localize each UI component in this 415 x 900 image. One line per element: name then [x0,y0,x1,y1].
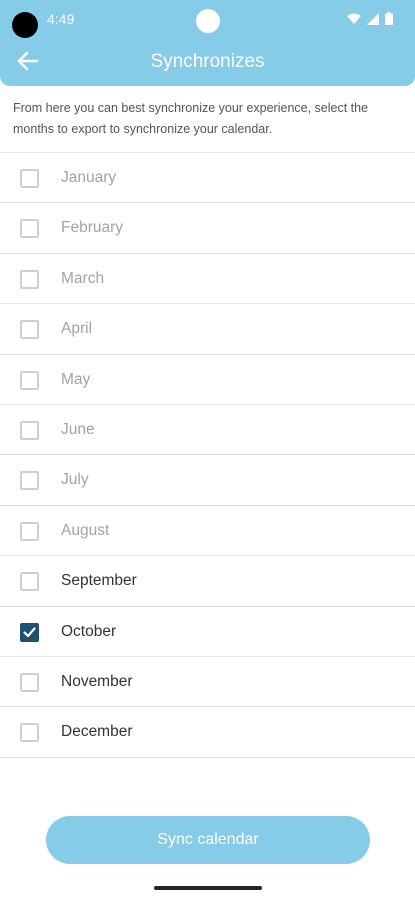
month-row-january[interactable]: January [0,153,415,204]
sync-calendar-label: Sync calendar [157,831,259,848]
month-label: June [61,420,95,438]
checkmark-icon [23,626,36,637]
month-row-february[interactable]: February [0,203,415,254]
status-bar: 4:49 [0,0,415,40]
month-checkbox[interactable] [20,420,39,440]
month-checkbox[interactable] [20,169,39,188]
month-checkbox[interactable] [20,320,39,340]
month-checkbox[interactable] [20,370,39,390]
month-label: August [61,521,110,539]
month-list: January February March April May June July Augu… [0,152,415,758]
month-label: January [61,169,117,186]
camera-cutout [12,12,38,38]
month-checkbox[interactable] [20,269,39,289]
month-row-april[interactable]: April [0,304,415,355]
month-row-november[interactable]: November [0,657,415,708]
month-row-may[interactable]: May [0,355,415,405]
month-label: March [61,269,105,287]
month-row-december[interactable]: December [0,707,415,758]
app-bar: 4:49 Synchronizes [0,0,415,86]
home-indicator[interactable] [154,886,262,890]
month-label: February [61,219,124,237]
month-checkbox[interactable] [20,672,39,692]
month-row-august[interactable]: August [0,506,415,557]
month-row-july[interactable]: July [0,455,415,506]
month-checkbox[interactable] [20,219,39,239]
month-checkbox[interactable] [20,471,39,491]
status-time: 4:49 [47,11,75,27]
month-label: July [61,471,89,489]
signal-icon [367,12,379,30]
month-label: November [61,672,133,690]
front-camera [196,9,220,33]
month-label: May [61,370,91,388]
month-row-september[interactable]: September [0,556,415,607]
month-label: April [61,320,93,338]
month-row-june[interactable]: June [0,405,415,456]
month-label: September [61,572,137,590]
month-label: December [61,723,133,741]
battery-icon [385,12,393,30]
month-label: October [61,622,117,640]
wifi-icon [347,12,361,30]
month-row-october[interactable]: October [0,607,415,657]
month-checkbox[interactable] [20,723,39,743]
description-text: From here you can best synchronize your … [13,101,369,136]
sync-calendar-button[interactable]: Sync calendar [46,816,370,864]
month-checkbox[interactable] [20,521,39,541]
month-checkbox[interactable] [20,622,39,642]
status-icons [347,12,393,30]
month-checkbox[interactable] [20,572,39,592]
month-row-march[interactable]: March [0,254,415,305]
page-title: Synchronizes [150,51,265,72]
